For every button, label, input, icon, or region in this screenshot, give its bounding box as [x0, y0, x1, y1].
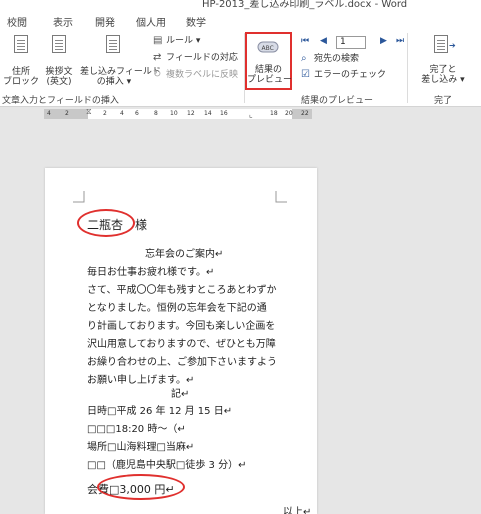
- ruler-tick: 4: [47, 110, 51, 117]
- doc-title: 忘年会のご案内↵: [145, 249, 224, 260]
- tab-math[interactable]: 数学: [186, 14, 206, 29]
- group-separator: [407, 33, 408, 103]
- first-record-icon[interactable]: ⏮: [301, 36, 309, 46]
- body-line: り計画しております。今回も楽しい企画を: [87, 321, 276, 332]
- ruler-tick: 22: [301, 110, 309, 117]
- address-block-button[interactable]: 住所 ブロック: [2, 67, 40, 87]
- group-label-finish: 完了: [434, 96, 453, 106]
- group-label-preview: 結果のプレビュー: [301, 96, 374, 106]
- preview-results-button[interactable]: 結果の プレビュー: [247, 65, 292, 85]
- preview-results-icon: ABC: [257, 41, 279, 53]
- margin-corner-marker: [275, 191, 287, 203]
- insert-merge-field-icon: [106, 35, 120, 53]
- check-errors-button[interactable]: エラーのチェック: [314, 70, 386, 80]
- indent-marker-icon[interactable]: ⧖: [86, 107, 92, 117]
- ruler-tick: 12: [187, 110, 195, 117]
- body-line: 沢山用意しておりますので、ぜひとも万障: [87, 339, 276, 350]
- ruler-tick: 8: [154, 110, 158, 117]
- body-line: お願い申し上げます。↵: [87, 375, 195, 386]
- last-record-icon[interactable]: ⏭: [396, 36, 404, 46]
- ruler-tick: 20: [285, 110, 293, 117]
- body-line: となりました。恒例の忘年会を下記の通: [87, 303, 267, 314]
- ruler-tick: 14: [204, 110, 212, 117]
- svg-text:ABC: ABC: [262, 45, 274, 52]
- body-line: 毎日お仕事お疲れ様です。↵: [87, 267, 215, 278]
- detail-line: 場所□山海料理□当麻↵: [87, 442, 195, 453]
- greeting-line-button[interactable]: 挨拶文 (英文): [40, 67, 78, 87]
- check-errors-icon: ☑: [301, 69, 310, 80]
- detail-line: 日時□平成 26 年 12 月 15 日↵: [87, 406, 233, 417]
- ribbon-tabs: 校閲 表示 開発 個人用 数学: [0, 10, 481, 31]
- finish-merge-button[interactable]: 完了と 差し込み ▾: [416, 65, 470, 85]
- detail-line: □□（鹿児島中央駅□徒歩 3 分）↵: [87, 460, 247, 471]
- insert-merge-field-button[interactable]: 差し込みフィールド の挿入 ▾: [80, 67, 161, 87]
- find-recipient-button[interactable]: 宛先の検索: [314, 54, 359, 64]
- group-label-write: 文章入力とフィールドの挿入: [2, 96, 119, 106]
- ruler-tick: 4: [120, 110, 124, 117]
- document-page[interactable]: 二瓶杏 様 忘年会のご案内↵ 毎日お仕事お疲れ様です。↵ さて、平成〇〇年も残す…: [45, 168, 317, 514]
- tab-stop-icon[interactable]: ⌞: [249, 110, 253, 119]
- body-line: さて、平成〇〇年も残すところあとわずか: [87, 285, 277, 296]
- name-highlight-ellipse: [77, 209, 135, 237]
- note-heading: 記↵: [171, 389, 190, 400]
- ruler-tick: 6: [135, 110, 139, 117]
- ribbon: 住所 ブロック 挨拶文 (英文) 差し込みフィールド の挿入 ▾ ▤ ルール ▾…: [0, 31, 481, 107]
- ruler-tick: 2: [65, 110, 69, 117]
- finish-merge-icon: [434, 35, 448, 53]
- arrow-right-icon: ➔: [449, 41, 456, 50]
- update-labels-button[interactable]: 複数ラベルに反映: [166, 70, 238, 80]
- horizontal-ruler: 4 2 2 4 6 8 10 12 14 16 18 20 22 ⧖ ⌞: [0, 107, 481, 121]
- rules-icon: ▤: [153, 35, 163, 46]
- next-record-icon[interactable]: ▶: [380, 36, 387, 46]
- match-fields-button[interactable]: フィールドの対応: [166, 53, 238, 63]
- greeting-line-icon: [52, 35, 66, 53]
- closing-line: 以上↵: [283, 507, 312, 514]
- tab-review[interactable]: 校閲: [7, 14, 27, 29]
- previous-record-icon[interactable]: ◀: [320, 36, 327, 46]
- tab-developer[interactable]: 開発: [95, 14, 115, 29]
- find-recipient-icon: ⌕: [301, 53, 307, 64]
- ruler-tick: 18: [270, 110, 278, 117]
- record-number-input[interactable]: 1: [336, 36, 366, 49]
- title-bar: HP-2013_差し込み印刷_ラベル.docx - Word: [0, 0, 481, 10]
- ruler-tick: 10: [170, 110, 178, 117]
- rules-button[interactable]: ルール ▾: [166, 36, 200, 46]
- update-labels-icon: ↻: [153, 69, 162, 80]
- margin-corner-marker: [73, 191, 85, 203]
- tab-personal[interactable]: 個人用: [136, 14, 166, 29]
- body-line: お繰り合わせの上、ご参加下さいますよう: [87, 357, 277, 368]
- window-title: HP-2013_差し込み印刷_ラベル.docx - Word: [202, 0, 408, 10]
- tab-view[interactable]: 表示: [53, 14, 73, 29]
- match-fields-icon: ⇄: [153, 52, 162, 63]
- ruler-tick: 16: [220, 110, 228, 117]
- detail-line: □□□18:20 時～（↵: [87, 424, 186, 435]
- fee-highlight-ellipse: [97, 474, 185, 500]
- ruler-tick: 2: [103, 110, 107, 117]
- address-block-icon: [14, 35, 28, 53]
